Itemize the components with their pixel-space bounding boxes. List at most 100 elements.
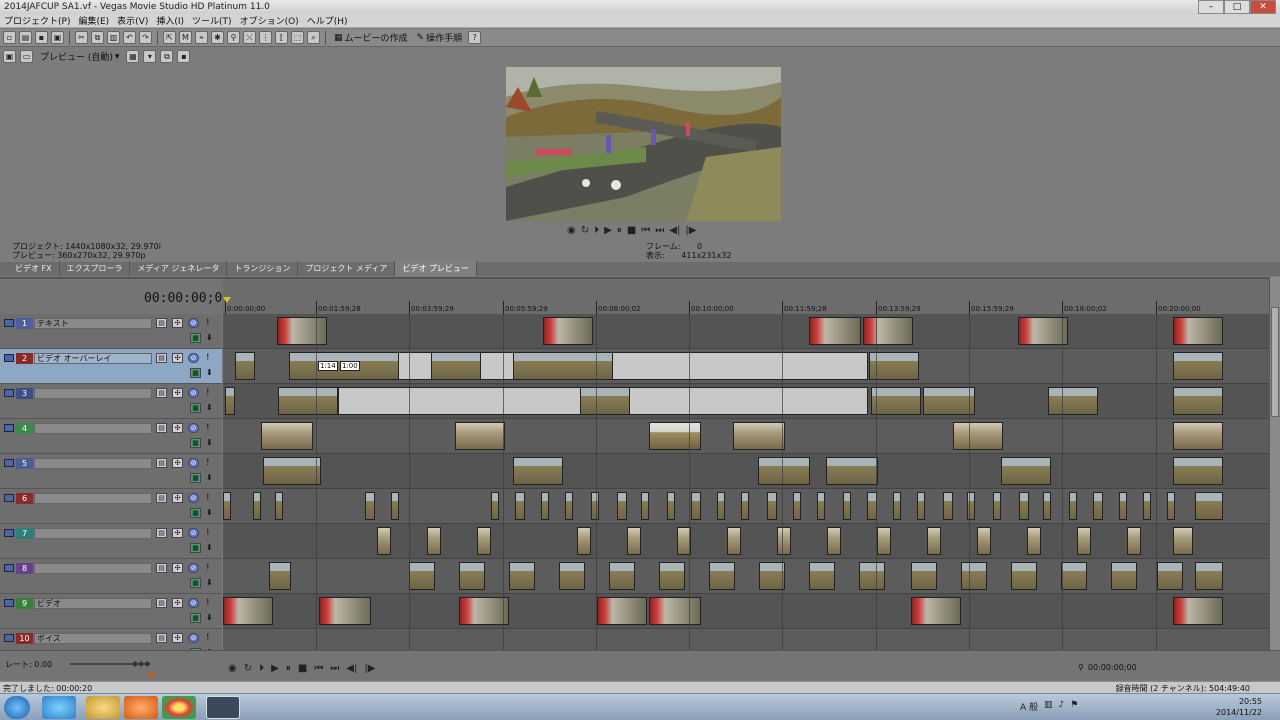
pause-icon[interactable]: ⏸ [617,225,622,236]
media-clip[interactable] [927,527,941,555]
track-header[interactable]: 10ボイス▤✣⊘!▦⬇ [0,629,222,650]
ime-indicator[interactable]: A 般 [1020,700,1038,713]
media-clip[interactable] [917,492,925,520]
media-clip[interactable] [253,492,261,520]
composite-mode-icon[interactable]: ▦ [190,368,201,378]
composite-arrow-icon[interactable]: ⬇ [206,473,213,482]
composite-arrow-icon[interactable]: ⬇ [206,333,213,342]
media-clip[interactable] [641,492,649,520]
media-clip[interactable] [953,422,1003,450]
media-clip[interactable] [1001,457,1051,485]
selection-icon[interactable]: ⬚ [291,31,304,44]
solo-icon[interactable]: ! [206,528,210,538]
maximize-button[interactable]: □ [1224,0,1250,14]
media-clip[interactable] [597,597,647,625]
track-name[interactable] [34,563,152,574]
go-to-start-icon[interactable]: ⏮ [314,663,323,674]
track-fx-icon[interactable]: ▤ [156,423,167,433]
media-clip[interactable] [1048,387,1098,415]
prev-frame-icon[interactable]: ◀| [669,225,680,236]
track-motion-icon[interactable]: ✣ [172,493,183,503]
media-clip[interactable] [993,492,1001,520]
track-header[interactable]: 7 ▤ ✣ ⊘! ▦ ⬇ [0,524,222,559]
mute-icon[interactable]: ⊘ [188,318,199,328]
tab-project-media[interactable]: プロジェクト メディア [298,261,396,276]
media-clip[interactable] [911,597,961,625]
track-lane[interactable] [223,594,1269,629]
composite-mode-icon[interactable]: ▦ [190,578,201,588]
track-motion-icon[interactable]: ✣ [172,528,183,538]
media-clip[interactable] [877,527,891,555]
pause-icon[interactable]: ⏸ [286,663,291,674]
media-clip[interactable] [225,387,235,415]
track-lane[interactable] [223,489,1269,524]
solo-icon[interactable]: ! [206,388,210,398]
timeline-vertical-scrollbar[interactable] [1269,277,1280,650]
media-clip[interactable] [391,492,399,520]
next-frame-icon[interactable]: |▶ [364,663,375,674]
media-clip[interactable] [541,492,549,520]
scrollbar-thumb[interactable] [1271,307,1279,417]
tab-video-preview[interactable]: ビデオ プレビュー [395,261,477,276]
track-fx-icon[interactable]: ▤ [156,598,167,608]
guide-button[interactable]: ✎ 操作手順 [414,31,466,45]
crossfade-icon[interactable]: ⤫ [243,31,256,44]
track-fx-icon[interactable]: ▤ [156,633,167,643]
save-snapshot-icon[interactable]: ▪ [177,50,191,63]
solo-icon[interactable]: ! [206,633,210,643]
media-clip[interactable] [1043,492,1051,520]
media-clip[interactable] [871,387,921,415]
media-clip[interactable] [263,457,321,485]
media-clip[interactable] [591,492,599,520]
track-name[interactable] [34,493,152,504]
copy-icon[interactable]: ⧉ [91,31,104,44]
media-clip[interactable] [817,492,825,520]
track-motion-icon[interactable]: ✣ [172,458,183,468]
play-from-start-icon[interactable]: ⏵ [594,225,599,236]
media-clip[interactable] [513,352,613,380]
media-clip[interactable] [1173,387,1223,415]
track-expand-icon[interactable] [4,599,14,607]
media-clip[interactable] [826,457,878,485]
media-clip[interactable] [961,562,987,590]
internet-explorer-icon[interactable] [42,696,76,719]
track-lane[interactable] [223,419,1269,454]
track-header[interactable]: 1 テキスト ▤ ✣ ⊘! ▦ ⬇ [0,314,222,349]
track-name[interactable] [34,423,152,434]
media-clip[interactable] [427,527,441,555]
composite-mode-icon[interactable]: ▦ [190,543,201,553]
redo-icon[interactable]: ↷ [139,31,152,44]
mute-icon[interactable]: ⊘ [188,528,199,538]
media-clip[interactable] [1173,317,1223,345]
media-clip[interactable] [609,562,635,590]
stop-icon[interactable]: ■ [627,225,636,236]
media-clip[interactable] [793,492,801,520]
cut-icon[interactable]: ✂ [75,31,88,44]
envelope-tool-icon[interactable]: M [179,31,192,44]
preview-properties-icon[interactable]: ▣ [3,50,16,63]
track-header[interactable]: 8 ▤ ✣ ⊘! ▦ ⬇ [0,559,222,594]
composite-arrow-icon[interactable]: ⬇ [206,508,213,517]
media-clip[interactable] [717,492,725,520]
record-icon[interactable]: ◉ [567,225,576,236]
mute-icon[interactable]: ⊘ [188,458,199,468]
media-clip[interactable] [1127,527,1141,555]
track-name[interactable]: ボイス [34,633,152,644]
tab-media-generators[interactable]: メディア ジェネレータ [130,261,228,276]
media-clip[interactable] [767,492,777,520]
go-to-end-icon[interactable]: ⏭ [330,663,339,674]
track-motion-icon[interactable]: ✣ [172,563,183,573]
track-motion-icon[interactable]: ✣ [172,318,183,328]
tab-explorer[interactable]: エクスプローラ [60,261,131,276]
track-name[interactable] [34,388,152,399]
composite-mode-icon[interactable]: ▦ [190,333,201,343]
media-clip[interactable] [809,562,835,590]
media-clip[interactable] [235,352,255,380]
next-frame-icon[interactable]: |▶ [685,225,696,236]
track-header[interactable]: 2 ビデオ オーバーレイ ▤ ✣ ⊘! ▦ ⬇ [0,349,222,384]
composite-arrow-icon[interactable]: ⬇ [206,578,213,587]
track-lane[interactable] [223,629,1269,650]
media-clip[interactable] [377,527,391,555]
track-lane[interactable]: 1:14 1:00 [223,349,1269,384]
track-fx-icon[interactable]: ▤ [156,388,167,398]
